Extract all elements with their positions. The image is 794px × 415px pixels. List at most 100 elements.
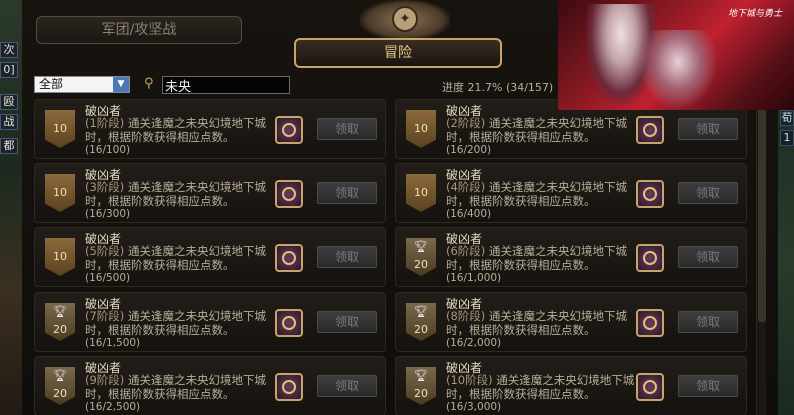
achievement-card: 🏆︎ 20 破凶者 (10阶段) 通关逢魔之未央幻境地下城时，根据阶数获得相应点数。(… xyxy=(395,356,747,415)
achievement-description: (3阶段) 通关逢魔之未央幻境地下城时，根据阶数获得相应点数。 xyxy=(85,180,285,208)
points-value: 10 xyxy=(53,250,67,263)
claim-button[interactable]: 领取 xyxy=(678,246,738,268)
achievement-count: (16/100) xyxy=(85,144,131,156)
trophy-icon: 🏆︎ xyxy=(414,240,428,253)
claim-button[interactable]: 领取 xyxy=(317,311,377,333)
achievement-card: 🏆︎ 20 破凶者 (6阶段) 通关逢魔之未央幻境地下城时，根据阶数获得相应点数。 (1… xyxy=(395,227,747,287)
reward-emblem-inner xyxy=(643,187,657,201)
achievement-stage: (10阶段) xyxy=(446,373,493,387)
claim-button[interactable]: 领取 xyxy=(678,118,738,140)
achievement-points-badge: 10 xyxy=(45,110,75,148)
achievement-count: (16/200) xyxy=(446,144,492,156)
reward-emblem-inner xyxy=(643,316,657,330)
achievement-description: (1阶段) 通关逢魔之未央幻境地下城时，根据阶数获得相应点数。 xyxy=(85,116,285,144)
reward-emblem-inner xyxy=(643,123,657,137)
achievement-description: (9阶段) 通关逢魔之未央幻境地下城时，根据阶数获得相应点数。 xyxy=(85,373,285,401)
achievement-points-badge: 🏆︎ 20 xyxy=(406,303,436,341)
search-input[interactable] xyxy=(162,76,290,94)
points-value: 10 xyxy=(414,186,428,199)
trophy-icon: 🏆︎ xyxy=(53,305,67,318)
achievement-stage: (2阶段) xyxy=(446,116,486,130)
achievement-description: (8阶段) 通关逢魔之未央幻境地下城时，根据阶数获得相应点数。 xyxy=(446,309,646,337)
achievement-stage: (1阶段) xyxy=(85,116,125,130)
achievement-stage: (5阶段) xyxy=(85,244,125,258)
reward-emblem-icon[interactable] xyxy=(275,244,303,272)
points-value: 20 xyxy=(414,323,428,336)
progress-readout: 进度 21.7% (34/157) xyxy=(442,79,553,95)
reward-emblem-icon[interactable] xyxy=(636,244,664,272)
achievement-stage: (7阶段) xyxy=(85,309,125,323)
search-icon: ⚲ xyxy=(144,76,154,91)
achievement-description: (10阶段) 通关逢魔之未央幻境地下城时，根据阶数获得相应点数。 xyxy=(446,373,646,401)
reward-emblem-icon[interactable] xyxy=(275,373,303,401)
achievement-points-badge: 🏆︎ 20 xyxy=(45,303,75,341)
achievement-count: (16/3,000) xyxy=(446,401,502,413)
claim-button[interactable]: 领取 xyxy=(317,375,377,397)
achievement-card: 10 破凶者 (5阶段) 通关逢魔之未央幻境地下城时，根据阶数获得相应点数。 (16/… xyxy=(34,227,386,287)
tab-adventure[interactable]: 冒险 xyxy=(294,38,502,68)
achievement-description: (5阶段) 通关逢魔之未央幻境地下城时，根据阶数获得相应点数。 xyxy=(85,244,285,272)
achievement-description: (6阶段) 通关逢魔之未央幻境地下城时，根据阶数获得相应点数。 xyxy=(446,244,646,272)
points-value: 10 xyxy=(53,186,67,199)
reward-emblem-icon[interactable] xyxy=(636,180,664,208)
trophy-icon: 🏆︎ xyxy=(414,305,428,318)
points-value: 20 xyxy=(414,387,428,400)
reward-emblem-inner xyxy=(282,187,296,201)
achievement-card: 10 破凶者 (3阶段) 通关逢魔之未央幻境地下城时，根据阶数获得相应点数。 (16/… xyxy=(34,163,386,223)
claim-button[interactable]: 领取 xyxy=(317,182,377,204)
reward-emblem-icon[interactable] xyxy=(275,116,303,144)
achievement-card: 🏆︎ 20 破凶者 (9阶段) 通关逢魔之未央幻境地下城时，根据阶数获得相应点数。 (1… xyxy=(34,356,386,415)
compass-icon: ✦ xyxy=(392,6,418,32)
trophy-icon: 🏆︎ xyxy=(414,369,428,382)
points-value: 20 xyxy=(53,387,67,400)
trophy-icon: 🏆︎ xyxy=(53,369,67,382)
achievement-stage: (8阶段) xyxy=(446,309,486,323)
left-hud-chip: 0] xyxy=(0,62,18,78)
achievement-points-badge: 10 xyxy=(45,174,75,212)
achievement-stage: (6阶段) xyxy=(446,244,486,258)
filter-selected-value: 全部 xyxy=(39,77,64,91)
points-value: 10 xyxy=(53,122,67,135)
reward-emblem-icon[interactable] xyxy=(636,373,664,401)
right-hud-chip: 1 xyxy=(780,130,794,146)
scrollbar-thumb[interactable] xyxy=(758,102,766,322)
claim-button[interactable]: 领取 xyxy=(317,118,377,140)
achievement-points-badge: 10 xyxy=(406,110,436,148)
achievement-description: (7阶段) 通关逢魔之未央幻境地下城时，根据阶数获得相应点数。 xyxy=(85,309,285,337)
reward-emblem-inner xyxy=(282,251,296,265)
left-hud-chip: 战 xyxy=(0,114,18,130)
achievement-count: (16/500) xyxy=(85,272,131,284)
reward-emblem-icon[interactable] xyxy=(275,180,303,208)
dropdown-arrow-icon[interactable]: ▼ xyxy=(113,77,129,92)
reward-emblem-inner xyxy=(282,380,296,394)
achievement-count: (16/2,500) xyxy=(85,401,141,413)
claim-button[interactable]: 领取 xyxy=(678,182,738,204)
achievement-points-badge: 10 xyxy=(406,174,436,212)
achievement-card: 10 破凶者 (4阶段) 通关逢魔之未央幻境地下城时，根据阶数获得相应点数。 (16/… xyxy=(395,163,747,223)
points-value: 20 xyxy=(414,258,428,271)
claim-button[interactable]: 领取 xyxy=(678,311,738,333)
tab-legion-siege[interactable]: 军团/攻坚战 xyxy=(36,16,242,44)
achievement-count: (16/1,000) xyxy=(446,272,502,284)
banner-logo: 地下城与勇士 xyxy=(728,9,783,19)
claim-button[interactable]: 领取 xyxy=(317,246,377,268)
reward-emblem-inner xyxy=(643,380,657,394)
progress-label: 进度 xyxy=(442,81,464,94)
background-right-strip: 荀 1 xyxy=(778,110,794,415)
reward-emblem-inner xyxy=(282,123,296,137)
reward-emblem-icon[interactable] xyxy=(636,309,664,337)
achievement-card: 10 破凶者 (1阶段) 通关逢魔之未央幻境地下城时，根据阶数获得相应点数。 (16/… xyxy=(34,99,386,159)
claim-button[interactable]: 领取 xyxy=(678,375,738,397)
background-left-strip: 次 0] 殴 战 都 xyxy=(0,0,22,415)
list-scrollbar[interactable] xyxy=(756,100,766,415)
achievement-card: 🏆︎ 20 破凶者 (8阶段) 通关逢魔之未央幻境地下城时，根据阶数获得相应点数。 (1… xyxy=(395,292,747,352)
category-filter-select[interactable]: 全部 ▼ xyxy=(34,76,130,93)
left-hud-chip: 殴 xyxy=(0,94,18,110)
reward-emblem-icon[interactable] xyxy=(636,116,664,144)
left-hud-chip: 都 xyxy=(0,138,18,154)
points-value: 20 xyxy=(53,323,67,336)
achievement-description: (4阶段) 通关逢魔之未央幻境地下城时，根据阶数获得相应点数。 xyxy=(446,180,646,208)
achievement-count: (16/1,500) xyxy=(85,337,141,349)
promo-banner[interactable]: 地下城与勇士 xyxy=(558,0,794,110)
reward-emblem-icon[interactable] xyxy=(275,309,303,337)
